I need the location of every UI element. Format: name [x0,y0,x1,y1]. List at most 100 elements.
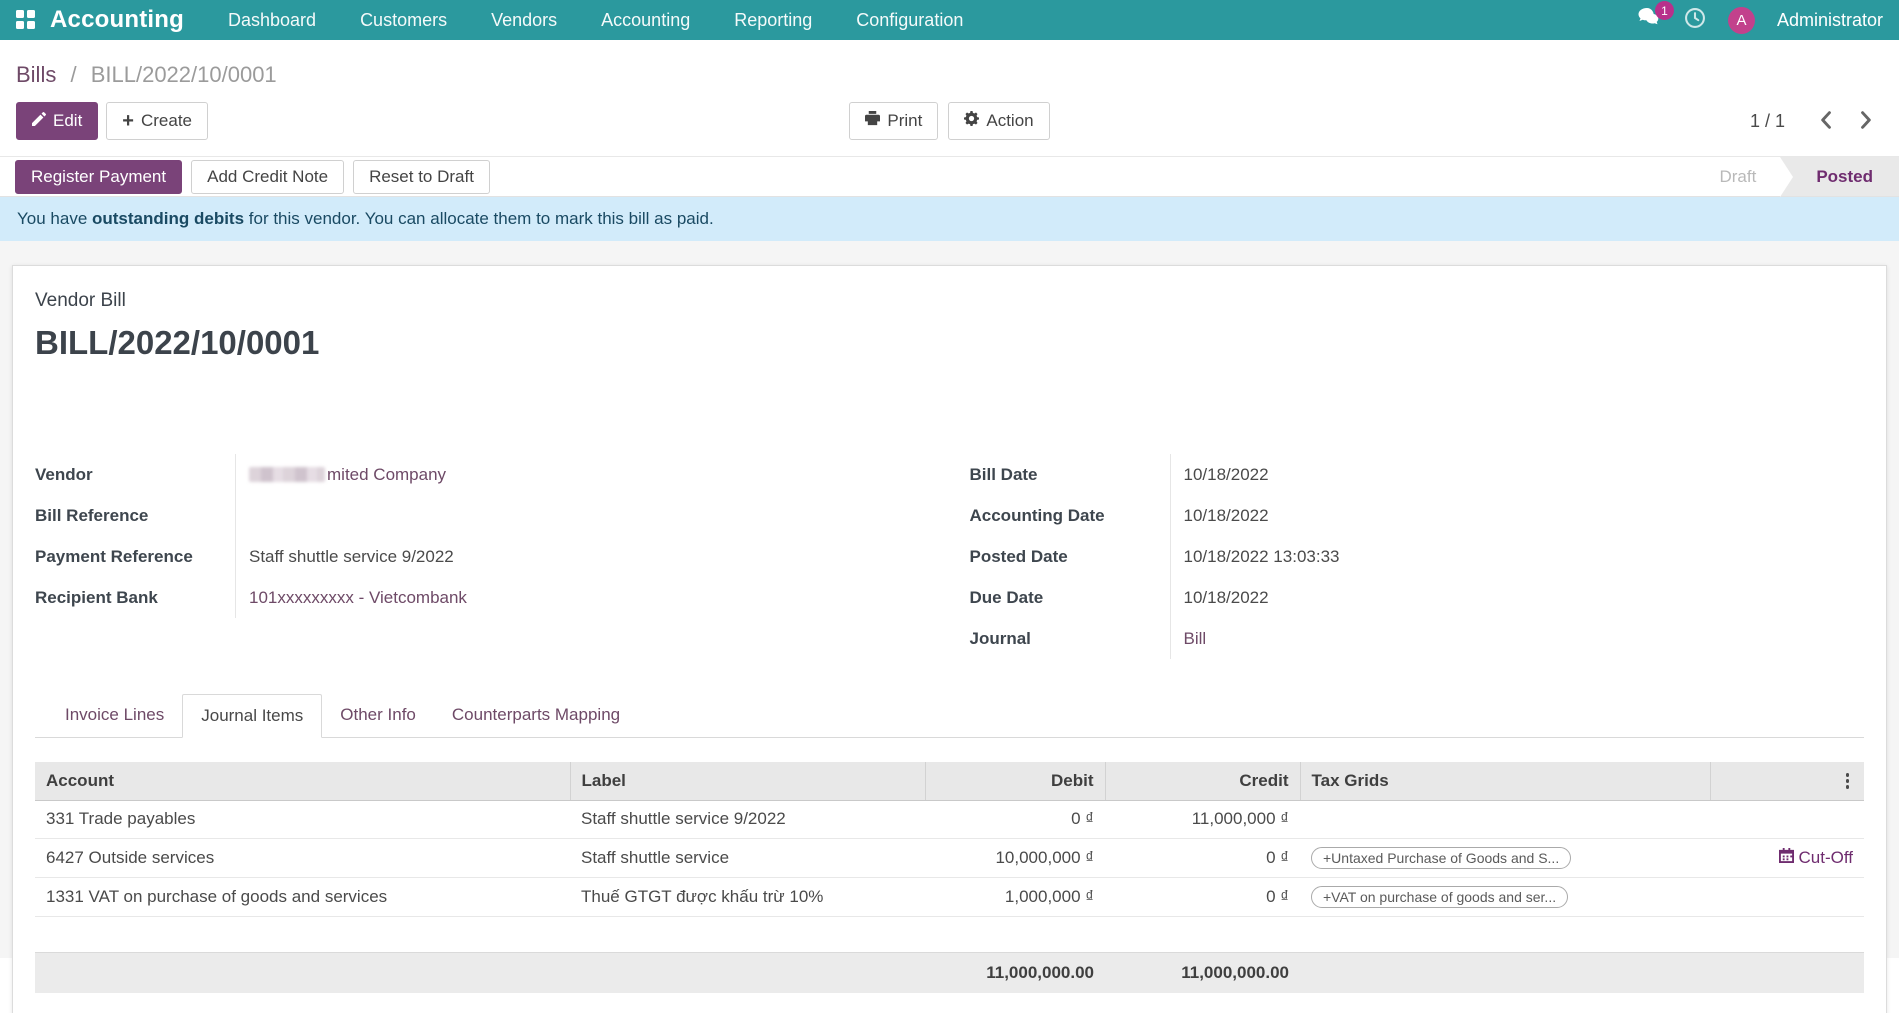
field-bill-reference: Bill Reference [35,495,930,536]
column-account[interactable]: Account [35,762,570,800]
menu-vendors[interactable]: Vendors [491,10,557,31]
cell-debit[interactable]: 10,000,000 ₫ [925,838,1105,877]
column-tax-grids[interactable]: Tax Grids [1300,762,1710,800]
field-group-right: Bill Date 10/18/2022 Accounting Date 10/… [970,454,1865,659]
app-name[interactable]: Accounting [50,6,184,34]
status-posted-label: Posted [1816,167,1873,187]
table-row[interactable]: 6427 Outside services Staff shuttle serv… [35,838,1864,877]
outstanding-debits-banner: You have outstanding debits for this ven… [0,197,1899,241]
edit-button-label: Edit [53,111,82,131]
table-spacer-row [35,916,1864,952]
due-date-value[interactable]: 10/18/2022 [1170,577,1865,618]
journal-items-table: Account Label Debit Credit Tax Grids 331… [35,762,1864,993]
tax-grid-tag[interactable]: +VAT on purchase of goods and ser... [1311,886,1568,908]
field-vendor: Vendor mited Company [35,454,930,495]
field-bill-date: Bill Date 10/18/2022 [970,454,1865,495]
cell-credit[interactable]: 0 ₫ [1105,877,1300,916]
cell-debit[interactable]: 0 ₫ [925,800,1105,838]
vendor-bill-sheet: Vendor Bill BILL/2022/10/0001 Vendor mit… [12,265,1887,1013]
tab-journal-items[interactable]: Journal Items [182,694,322,738]
navbar-systray: 1 A Administrator [1638,7,1883,34]
activity-clock-icon[interactable] [1684,7,1706,34]
reset-to-draft-button[interactable]: Reset to Draft [353,160,490,194]
column-debit[interactable]: Debit [925,762,1105,800]
table-totals-row: 11,000,000.00 11,000,000.00 [35,952,1864,993]
cell-credit[interactable]: 11,000,000 ₫ [1105,800,1300,838]
due-date-label: Due Date [970,577,1170,618]
cell-debit[interactable]: 1,000,000 ₫ [925,877,1105,916]
cell-account[interactable]: 331 Trade payables [35,800,570,838]
avatar[interactable]: A [1728,7,1755,34]
register-payment-button[interactable]: Register Payment [15,160,182,194]
payment-reference-value[interactable]: Staff shuttle service 9/2022 [235,536,930,577]
field-groups: Vendor mited Company Bill Reference Paym… [35,454,1864,659]
user-menu[interactable]: Administrator [1777,10,1883,31]
table-row[interactable]: 331 Trade payables Staff shuttle service… [35,800,1864,838]
journal-label: Journal [970,618,1170,659]
messages-button[interactable]: 1 [1638,8,1662,32]
field-due-date: Due Date 10/18/2022 [970,577,1865,618]
cell-account[interactable]: 6427 Outside services [35,838,570,877]
tab-invoice-lines[interactable]: Invoice Lines [47,694,182,738]
edit-button[interactable]: Edit [16,102,98,140]
apps-grid-icon[interactable] [16,10,36,30]
optional-columns-icon[interactable] [1842,770,1854,792]
menu-configuration[interactable]: Configuration [856,10,963,31]
tab-other-info[interactable]: Other Info [322,694,434,738]
cell-credit[interactable]: 0 ₫ [1105,838,1300,877]
field-posted-date: Posted Date 10/18/2022 13:03:33 [970,536,1865,577]
main-menu: Dashboard Customers Vendors Accounting R… [228,10,963,31]
print-button[interactable]: Print [849,102,938,140]
column-label[interactable]: Label [570,762,925,800]
gear-icon [964,111,979,131]
chevron-left-icon [1819,117,1832,132]
vendor-label: Vendor [35,454,235,495]
recipient-bank-value[interactable]: 101xxxxxxxxx - Vietcombank [235,577,930,618]
field-journal: Journal Bill [970,618,1865,659]
print-button-label: Print [887,111,922,131]
action-button[interactable]: Action [948,102,1049,140]
notebook-tabs: Invoice Lines Journal Items Other Info C… [35,693,1864,738]
pager-previous-button[interactable] [1809,107,1842,136]
pager-next-button[interactable] [1850,107,1883,136]
breadcrumb-current: BILL/2022/10/0001 [91,62,277,87]
cutoff-label: Cut-Off [1799,848,1853,868]
vendor-value[interactable]: mited Company [235,454,930,495]
column-credit[interactable]: Credit [1105,762,1300,800]
journal-value[interactable]: Bill [1170,618,1865,659]
banner-text: You have outstanding debits for this ven… [17,209,714,229]
menu-dashboard[interactable]: Dashboard [228,10,316,31]
status-draft[interactable]: Draft [1695,157,1780,196]
content-area: Vendor Bill BILL/2022/10/0001 Vendor mit… [0,241,1899,958]
cutoff-button[interactable]: Cut-Off [1779,848,1853,868]
posted-date-label: Posted Date [970,536,1170,577]
field-group-left: Vendor mited Company Bill Reference Paym… [35,454,930,659]
action-button-label: Action [986,111,1033,131]
menu-reporting[interactable]: Reporting [734,10,812,31]
control-panel: Edit + Create Print Action 1 / 1 [0,96,1899,150]
cell-actions [1710,800,1864,838]
tab-counterparts-mapping[interactable]: Counterparts Mapping [434,694,638,738]
cell-label[interactable]: Thuế GTGT được khấu trừ 10% [570,877,925,916]
cell-account[interactable]: 1331 VAT on purchase of goods and servic… [35,877,570,916]
create-button[interactable]: + Create [106,102,208,140]
status-widget: Draft Posted [1695,157,1899,196]
cell-tax-grids [1300,800,1710,838]
bill-date-value[interactable]: 10/18/2022 [1170,454,1865,495]
tax-grid-tag[interactable]: +Untaxed Purchase of Goods and S... [1311,847,1571,869]
breadcrumb-bills-link[interactable]: Bills [16,62,56,87]
field-payment-reference: Payment Reference Staff shuttle service … [35,536,930,577]
column-actions [1710,762,1864,800]
menu-accounting[interactable]: Accounting [601,10,690,31]
add-credit-note-button[interactable]: Add Credit Note [191,160,344,194]
table-row[interactable]: 1331 VAT on purchase of goods and servic… [35,877,1864,916]
cell-label[interactable]: Staff shuttle service 9/2022 [570,800,925,838]
cell-label[interactable]: Staff shuttle service [570,838,925,877]
accounting-date-value[interactable]: 10/18/2022 [1170,495,1865,536]
cell-tax-grids: +VAT on purchase of goods and ser... [1300,877,1710,916]
status-posted[interactable]: Posted [1780,157,1899,196]
bill-reference-value[interactable] [235,495,930,536]
vendor-redacted-block [249,467,325,482]
menu-customers[interactable]: Customers [360,10,447,31]
cell-actions [1710,877,1864,916]
